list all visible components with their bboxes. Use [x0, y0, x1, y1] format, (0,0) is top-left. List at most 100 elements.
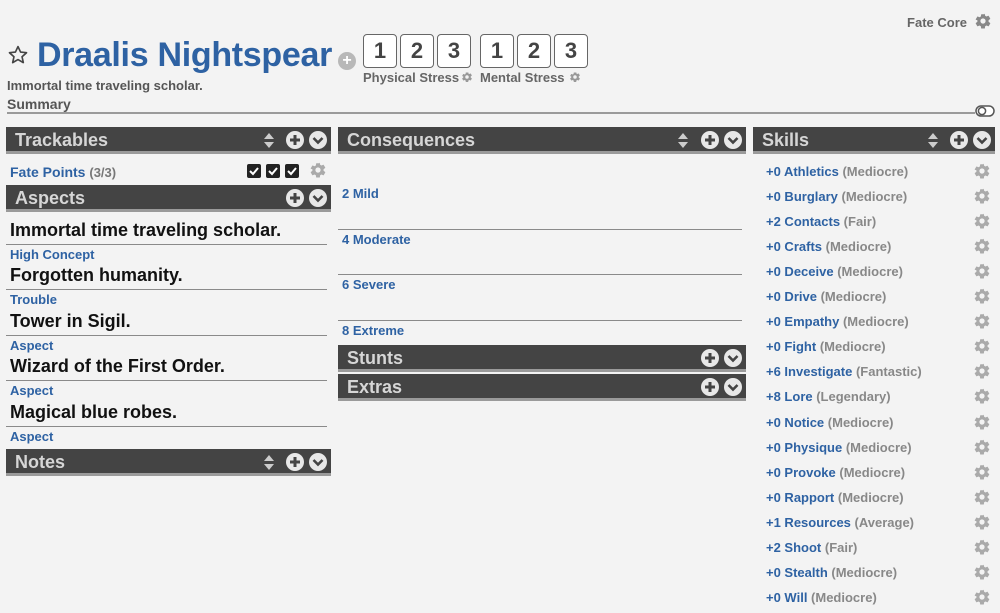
add-note-icon[interactable]	[286, 453, 304, 471]
aspect-item[interactable]: Tower in Sigil. Aspect	[6, 309, 327, 353]
star-outline-icon[interactable]	[7, 44, 29, 66]
add-stunt-icon[interactable]	[701, 349, 719, 367]
skill-row-physique[interactable]: +0 Physique (Mediocre)	[753, 436, 995, 461]
skill-row-fight[interactable]: +0 Fight (Mediocre)	[753, 335, 995, 360]
gear-icon[interactable]	[973, 387, 991, 405]
add-stress-icon[interactable]: +	[338, 52, 356, 70]
gear-icon[interactable]	[973, 588, 991, 606]
mental-stress-gear-icon[interactable]	[569, 71, 581, 83]
fate-point-checkbox-3[interactable]	[285, 164, 299, 178]
skill-label[interactable]: +0 Stealth (Mediocre)	[766, 565, 897, 580]
add-trackable-icon[interactable]	[286, 131, 304, 149]
chevron-down-icon[interactable]	[309, 131, 327, 149]
skill-label[interactable]: +6 Investigate (Fantastic)	[766, 364, 922, 379]
chevron-down-icon[interactable]	[724, 131, 742, 149]
aspect-text[interactable]: Wizard of the First Order.	[6, 354, 327, 378]
chevron-down-icon[interactable]	[724, 378, 742, 396]
skill-label[interactable]: +0 Burglary (Mediocre)	[766, 189, 907, 204]
aspect-text[interactable]: Magical blue robes.	[6, 400, 327, 424]
skill-row-stealth[interactable]: +0 Stealth (Mediocre)	[753, 561, 995, 586]
skill-row-burglary[interactable]: +0 Burglary (Mediocre)	[753, 185, 995, 210]
skill-row-shoot[interactable]: +2 Shoot (Fair)	[753, 536, 995, 561]
skill-label[interactable]: +0 Will (Mediocre)	[766, 590, 877, 605]
gear-icon[interactable]	[973, 438, 991, 456]
skill-label[interactable]: +0 Provoke (Mediocre)	[766, 465, 905, 480]
skill-label[interactable]: +0 Empathy (Mediocre)	[766, 314, 909, 329]
skill-row-contacts[interactable]: +2 Contacts (Fair)	[753, 210, 995, 235]
gear-icon[interactable]	[973, 187, 991, 205]
skill-label[interactable]: +1 Resources (Average)	[766, 515, 914, 530]
mental-stress-box-1[interactable]: 1	[480, 34, 514, 68]
character-name[interactable]: Draalis Nightspear	[37, 36, 332, 75]
consequence-item[interactable]: 6 Severe	[338, 274, 742, 292]
skill-label[interactable]: +0 Crafts (Mediocre)	[766, 239, 891, 254]
add-consequence-icon[interactable]	[701, 131, 719, 149]
gear-icon[interactable]	[973, 212, 991, 230]
skill-label[interactable]: +0 Drive (Mediocre)	[766, 289, 886, 304]
aspect-item[interactable]: Wizard of the First Order. Aspect	[6, 354, 327, 398]
fate-point-checkbox-1[interactable]	[247, 164, 261, 178]
gear-icon[interactable]	[973, 287, 991, 305]
gear-icon[interactable]	[973, 513, 991, 531]
gear-icon[interactable]	[974, 12, 992, 30]
gear-icon[interactable]	[973, 463, 991, 481]
fate-points-gear-icon[interactable]	[309, 161, 327, 179]
mental-stress-box-2[interactable]: 2	[517, 34, 551, 68]
skill-label[interactable]: +2 Contacts (Fair)	[766, 214, 876, 229]
fate-point-checkbox-2[interactable]	[266, 164, 280, 178]
sort-icon[interactable]	[264, 133, 274, 148]
gear-icon[interactable]	[973, 488, 991, 506]
sort-icon[interactable]	[678, 133, 688, 148]
skill-label[interactable]: +0 Rapport (Mediocre)	[766, 490, 904, 505]
skill-row-deceive[interactable]: +0 Deceive (Mediocre)	[753, 260, 995, 285]
skill-label[interactable]: +2 Shoot (Fair)	[766, 540, 857, 555]
gear-icon[interactable]	[973, 162, 991, 180]
gear-icon[interactable]	[973, 337, 991, 355]
aspect-text[interactable]: Immortal time traveling scholar.	[6, 218, 327, 242]
chevron-down-icon[interactable]	[309, 453, 327, 471]
skill-label[interactable]: +8 Lore (Legendary)	[766, 389, 891, 404]
aspect-item[interactable]: Immortal time traveling scholar. High Co…	[6, 218, 327, 262]
skill-row-provoke[interactable]: +0 Provoke (Mediocre)	[753, 461, 995, 486]
aspect-text[interactable]: Tower in Sigil.	[6, 309, 327, 333]
add-extra-icon[interactable]	[701, 378, 719, 396]
skill-row-rapport[interactable]: +0 Rapport (Mediocre)	[753, 486, 995, 511]
skill-label[interactable]: +0 Deceive (Mediocre)	[766, 264, 903, 279]
aspect-text[interactable]: Forgotten humanity.	[6, 263, 327, 287]
consequence-item[interactable]: 8 Extreme	[338, 320, 742, 338]
gear-icon[interactable]	[973, 312, 991, 330]
physical-stress-box-3[interactable]: 3	[437, 34, 471, 68]
fate-points-label[interactable]: Fate Points (3/3)	[10, 164, 116, 180]
skill-label[interactable]: +0 Notice (Mediocre)	[766, 415, 894, 430]
physical-stress-gear-icon[interactable]	[461, 71, 473, 83]
sort-icon[interactable]	[928, 133, 938, 148]
skill-label[interactable]: +0 Athletics (Mediocre)	[766, 164, 908, 179]
aspect-item[interactable]: Magical blue robes. Aspect	[6, 400, 327, 444]
physical-stress-box-2[interactable]: 2	[400, 34, 434, 68]
chevron-down-icon[interactable]	[973, 131, 991, 149]
skill-row-notice[interactable]: +0 Notice (Mediocre)	[753, 411, 995, 436]
gear-icon[interactable]	[973, 563, 991, 581]
mental-stress-box-3[interactable]: 3	[554, 34, 588, 68]
skill-row-drive[interactable]: +0 Drive (Mediocre)	[753, 285, 995, 310]
skill-row-will[interactable]: +0 Will (Mediocre)	[753, 586, 995, 611]
aspect-item[interactable]: Forgotten humanity. Trouble	[6, 263, 327, 307]
skill-row-crafts[interactable]: +0 Crafts (Mediocre)	[753, 235, 995, 260]
skill-label[interactable]: +0 Physique (Mediocre)	[766, 440, 912, 455]
physical-stress-box-1[interactable]: 1	[363, 34, 397, 68]
skill-label[interactable]: +0 Fight (Mediocre)	[766, 339, 886, 354]
gear-icon[interactable]	[973, 538, 991, 556]
sort-icon[interactable]	[264, 455, 274, 470]
skill-row-investigate[interactable]: +6 Investigate (Fantastic)	[753, 360, 995, 385]
skill-row-resources[interactable]: +1 Resources (Average)	[753, 511, 995, 536]
gear-icon[interactable]	[973, 237, 991, 255]
add-skill-icon[interactable]	[950, 131, 968, 149]
chevron-down-icon[interactable]	[724, 349, 742, 367]
gear-icon[interactable]	[973, 262, 991, 280]
skill-row-athletics[interactable]: +0 Athletics (Mediocre)	[753, 160, 995, 185]
skill-row-lore[interactable]: +8 Lore (Legendary)	[753, 385, 995, 410]
add-aspect-icon[interactable]	[286, 189, 304, 207]
gear-icon[interactable]	[973, 413, 991, 431]
consequence-item[interactable]: 4 Moderate	[338, 229, 742, 247]
chevron-down-icon[interactable]	[309, 189, 327, 207]
